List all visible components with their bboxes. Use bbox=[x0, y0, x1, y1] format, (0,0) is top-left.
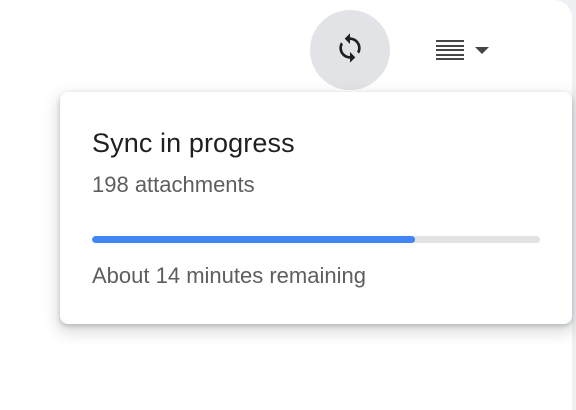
sync-title: Sync in progress bbox=[92, 128, 295, 158]
sync-status-popover: Sync in progress 198 attachments About 1… bbox=[60, 92, 572, 324]
density-lines-icon bbox=[436, 40, 464, 60]
sync-button[interactable] bbox=[310, 10, 390, 90]
sync-icon bbox=[334, 32, 366, 69]
caret-down-icon bbox=[475, 46, 489, 54]
attachments-count: 198 attachments bbox=[92, 172, 255, 197]
sync-progress-fill bbox=[92, 236, 415, 243]
density-menu-button[interactable] bbox=[428, 30, 508, 70]
time-remaining: About 14 minutes remaining bbox=[92, 263, 366, 288]
sync-progress-bar bbox=[92, 236, 540, 243]
